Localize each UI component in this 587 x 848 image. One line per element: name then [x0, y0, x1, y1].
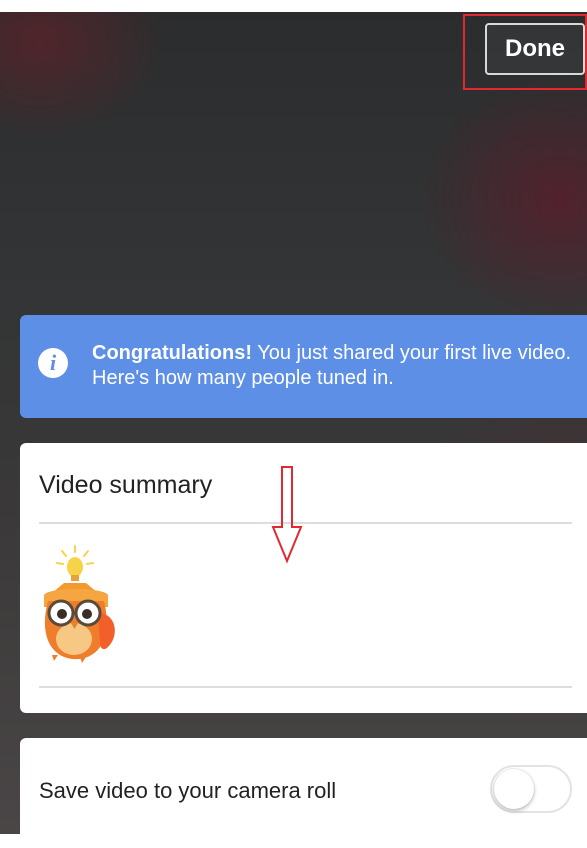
info-icon: i — [38, 348, 68, 378]
banner-title: Congratulations! — [92, 342, 252, 364]
save-video-label: Save video to your camera roll — [39, 778, 337, 803]
divider — [39, 686, 572, 688]
owl-icon — [44, 545, 115, 663]
video-summary-card: Video summary — [20, 443, 587, 713]
save-video-row: Save video to your camera roll — [20, 738, 587, 848]
done-button[interactable]: Done — [485, 23, 585, 75]
video-summary-title: Video summary — [39, 471, 213, 499]
congratulations-banner: i Congratulations! You just shared your … — [20, 315, 587, 418]
toggle-knob — [494, 769, 534, 809]
down-arrow-annotation-icon — [271, 466, 303, 564]
divider — [39, 522, 572, 524]
top-edge — [0, 0, 587, 12]
save-video-toggle[interactable] — [490, 765, 572, 813]
banner-text: Congratulations! You just shared your fi… — [92, 341, 572, 391]
